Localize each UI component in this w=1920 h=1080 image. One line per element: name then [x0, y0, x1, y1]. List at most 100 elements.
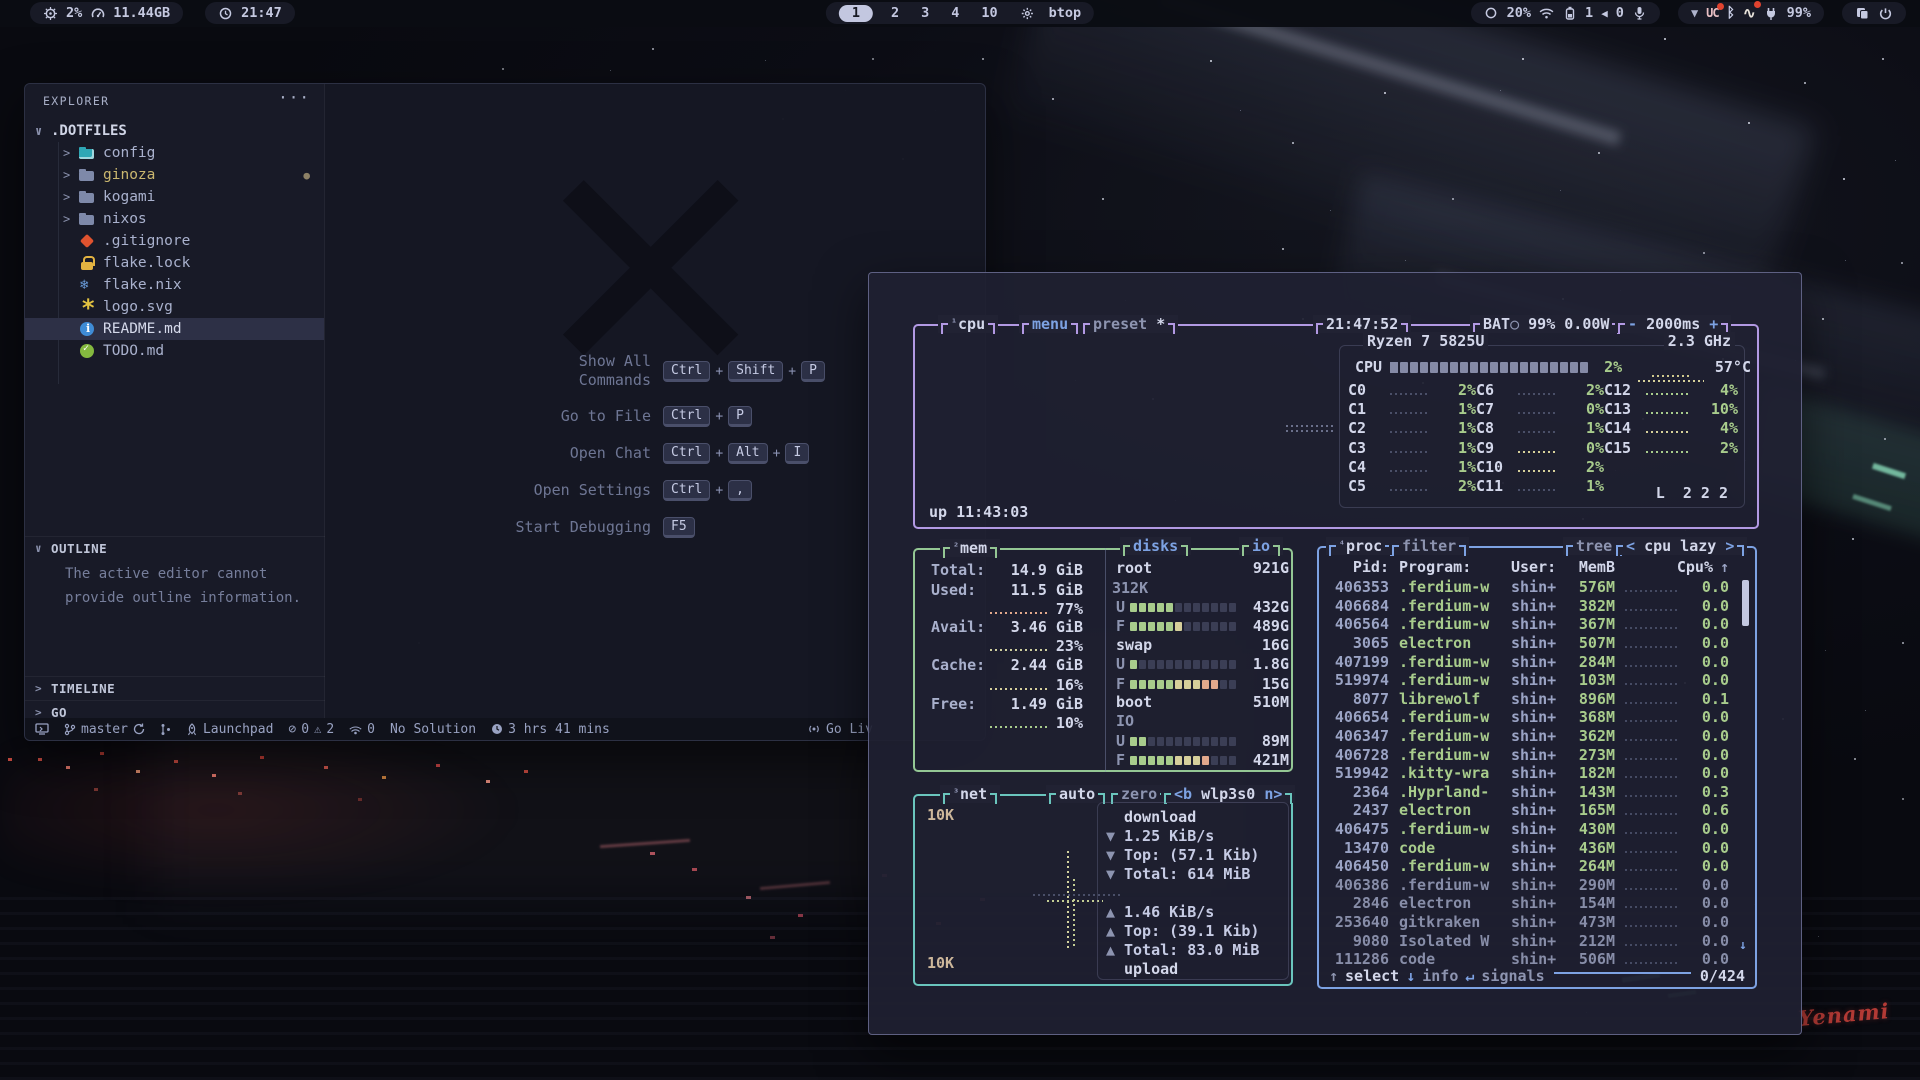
list-item[interactable]: > kogami — [25, 186, 324, 208]
process-row[interactable]: 406564 .ferdium-w shin+ 367M 0.0 — [1327, 615, 1729, 634]
process-graph — [1625, 665, 1679, 667]
process-user: shin+ — [1511, 578, 1569, 596]
time-tracker[interactable]: 3 hrs 41 mins — [491, 722, 610, 737]
workspace-2[interactable]: 2 — [887, 5, 903, 21]
process-row[interactable]: 406353 .ferdium-w shin+ 576M 0.0 — [1327, 578, 1729, 597]
core-graph — [1390, 451, 1427, 453]
net-box-title[interactable]: ³net — [940, 785, 1000, 803]
timeline-section-header[interactable]: > TIMELINE — [25, 676, 325, 700]
proc-sort-selector[interactable]: < cpu lazy > — [1613, 537, 1747, 555]
process-name: gitkraken — [1399, 913, 1511, 931]
process-row[interactable]: 407199 .ferdium-w shin+ 284M 0.0 — [1327, 652, 1729, 671]
bluetooth-icon[interactable]: ᛒ — [1727, 5, 1735, 21]
file-icon — [79, 233, 96, 249]
select-label[interactable]: select — [1345, 967, 1399, 985]
process-row[interactable]: 406684 .ferdium-w shin+ 382M 0.0 — [1327, 597, 1729, 616]
clock-time: 21:47 — [241, 5, 282, 21]
mem-box-title[interactable]: ²mem — [940, 539, 1000, 557]
launchpad-button[interactable]: Launchpad — [186, 722, 273, 737]
process-row[interactable]: 406450 .ferdium-w shin+ 264M 0.0 — [1327, 857, 1729, 876]
process-pid: 2437 — [1327, 801, 1389, 819]
update-interval-control[interactable]: - 2000ms + — [1615, 315, 1731, 333]
git-branch-indicator[interactable]: master — [64, 722, 145, 737]
tree-root-folder[interactable]: ∨ .DOTFILES — [25, 120, 324, 142]
list-item[interactable]: > ginoza ● — [25, 164, 324, 186]
core-graph — [1390, 431, 1427, 433]
ports-indicator[interactable]: 0 — [349, 722, 375, 737]
process-row[interactable]: 3065 electron shin+ 507M 0.0 — [1327, 634, 1729, 653]
solution-indicator[interactable]: No Solution — [390, 722, 476, 737]
info-label[interactable]: info — [1422, 967, 1458, 985]
process-row[interactable]: 8077 librewolf shin+ 896M 0.1 — [1327, 690, 1729, 709]
process-row[interactable]: 2437 electron shin+ 165M 0.6 — [1327, 801, 1729, 820]
proc-filter-button[interactable]: filter — [1389, 537, 1469, 555]
menu-button[interactable]: menu — [1019, 315, 1081, 333]
process-user: shin+ — [1511, 671, 1569, 689]
list-item[interactable]: README.md — [25, 318, 324, 340]
process-row[interactable]: 2846 electron shin+ 154M 0.0 — [1327, 894, 1729, 913]
keybinding-label: Open Chat — [355, 444, 651, 463]
core-graph — [1646, 393, 1689, 395]
process-row[interactable]: 406475 .ferdium-w shin+ 430M 0.0 — [1327, 820, 1729, 839]
process-row[interactable]: 406728 .ferdium-w shin+ 273M 0.0 — [1327, 745, 1729, 764]
core-row: C7 0% — [1476, 399, 1604, 418]
more-actions-icon[interactable]: ··· — [278, 88, 310, 107]
process-user: shin+ — [1511, 597, 1569, 615]
artist-signature: Yenami — [1797, 998, 1890, 1031]
net-interface-selector[interactable]: <b wlp3s0 n> — [1161, 785, 1295, 803]
core-row: C10 2% — [1476, 457, 1604, 476]
remote-indicator[interactable] — [35, 723, 49, 735]
list-item[interactable]: TODO.md — [25, 340, 324, 362]
network-tray-icon[interactable]: ▼ — [1691, 6, 1698, 20]
disks-panel: disks io root921G 312K U 432G F — [1105, 548, 1297, 772]
io-title[interactable]: io — [1239, 537, 1283, 555]
list-item[interactable]: flake.nix — [25, 274, 324, 296]
process-mem: 154M — [1569, 894, 1615, 912]
process-row[interactable]: 406654 .ferdium-w shin+ 368M 0.0 — [1327, 708, 1729, 727]
process-pid: 253640 — [1327, 913, 1389, 931]
process-row[interactable]: 519974 .ferdium-w shin+ 103M 0.0 — [1327, 671, 1729, 690]
tray-pill[interactable]: ▼ UC ᛒ ∿ 99% — [1678, 2, 1824, 24]
list-item[interactable]: .gitignore — [25, 230, 324, 252]
process-row[interactable]: 2364 .Hyprland- shin+ 143M 0.3 — [1327, 783, 1729, 802]
hardware-pill[interactable]: 20% 1 ◀ 0 — [1471, 2, 1660, 24]
workspace-10[interactable]: 10 — [977, 5, 1001, 21]
cpu-box-title[interactable]: ¹cpu — [938, 315, 998, 333]
keyboard-layout-indicator[interactable]: UC — [1706, 6, 1718, 20]
clipboard-icon[interactable] — [1855, 6, 1870, 21]
system-stats-pill[interactable]: 2% 11.44GB — [30, 2, 183, 24]
power-icon[interactable] — [1878, 6, 1893, 21]
list-item[interactable]: > config — [25, 142, 324, 164]
wifi-icon — [1539, 6, 1554, 21]
list-item[interactable]: flake.lock — [25, 252, 324, 274]
list-item[interactable]: > nixos — [25, 208, 324, 230]
process-user: shin+ — [1511, 913, 1569, 931]
clock-pill[interactable]: 21:47 — [205, 2, 295, 24]
workspace-active[interactable]: 1 — [839, 5, 873, 22]
signals-label[interactable]: signals — [1481, 967, 1544, 985]
outline-section-header[interactable]: ∨ OUTLINE — [25, 536, 325, 560]
process-row[interactable]: 406386 .ferdium-w shin+ 290M 0.0 — [1327, 876, 1729, 895]
process-row[interactable]: 13470 code shin+ 436M 0.0 — [1327, 838, 1729, 857]
source-control-graph-icon[interactable] — [160, 723, 171, 736]
process-mem: 896M — [1569, 690, 1615, 708]
preset-button[interactable]: preset * — [1080, 315, 1178, 333]
go-live-button[interactable]: Go Liv — [807, 718, 873, 740]
process-row[interactable]: 519942 .kitty-wra shin+ 182M 0.0 — [1327, 764, 1729, 783]
net-auto-button[interactable]: auto — [1046, 785, 1108, 803]
proc-box-title[interactable]: ⁴proc — [1326, 537, 1395, 555]
disks-title[interactable]: disks — [1120, 537, 1191, 555]
process-row[interactable]: 9080 Isolated W shin+ 212M 0.0 — [1327, 931, 1729, 950]
proc-table-header[interactable]: Pid: Program: User: MemB Cpu% ↑ — [1327, 558, 1729, 576]
process-row[interactable]: 253640 gitkraken shin+ 473M 0.0 — [1327, 913, 1729, 932]
workspace-4[interactable]: 4 — [947, 5, 963, 21]
process-name: .ferdium-w — [1399, 727, 1511, 745]
problems-indicator[interactable]: ⊘ 0 ⚠ 2 — [288, 722, 334, 737]
process-mem: 382M — [1569, 597, 1615, 615]
actions-pill[interactable] — [1842, 2, 1906, 24]
tray-app-icon[interactable]: ∿ — [1743, 4, 1756, 22]
workspace-3[interactable]: 3 — [917, 5, 933, 21]
process-row[interactable]: 406347 .ferdium-w shin+ 362M 0.0 — [1327, 727, 1729, 746]
list-item[interactable]: logo.svg — [25, 296, 324, 318]
proc-scrollbar[interactable] — [1742, 580, 1749, 626]
